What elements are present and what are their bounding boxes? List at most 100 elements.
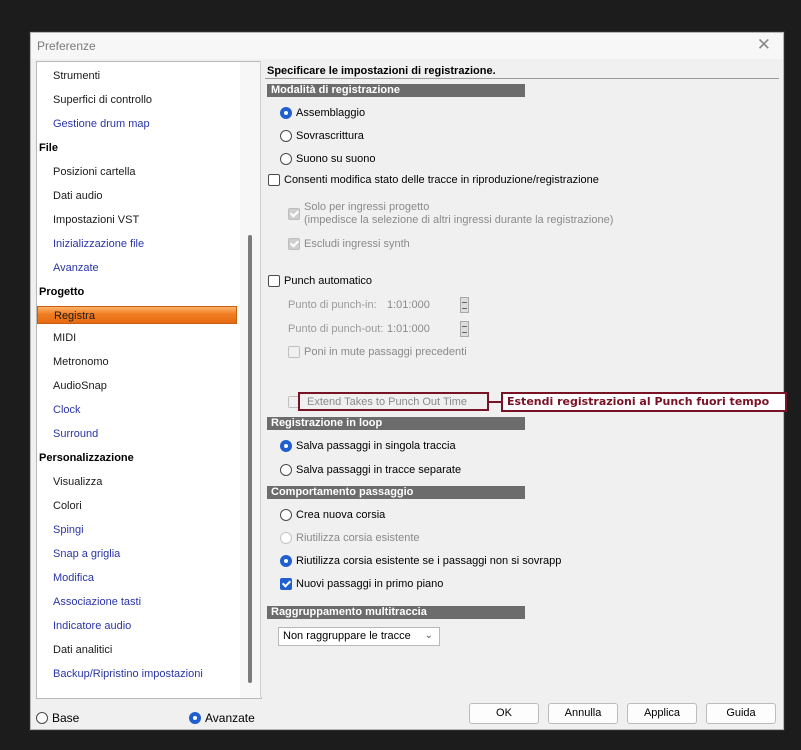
sidebar-item-visualizza[interactable]: Visualizza	[53, 476, 102, 488]
radio-separate-tracks[interactable]: Salva passaggi in tracce separate	[280, 464, 461, 476]
sidebar-category-file[interactable]: File	[39, 142, 58, 154]
sidebar-category-progetto[interactable]: Progetto	[39, 286, 84, 298]
annotation-callout: Estendi registrazioni al Punch fuori tem…	[501, 392, 787, 412]
checkbox-label: Nuovi passaggi in primo piano	[296, 578, 444, 590]
radio-label: Salva passaggi in singola traccia	[296, 440, 456, 452]
checkbox-label: Escludi ingressi synth	[304, 238, 410, 250]
section-header-take-behavior: Comportamento passaggio	[267, 486, 525, 499]
sidebar-scrollbar[interactable]	[240, 62, 260, 698]
sidebar: Strumenti Superfici di controllo Gestion…	[36, 61, 262, 699]
heading-divider	[265, 78, 779, 79]
punch-out-stepper[interactable]	[460, 321, 469, 337]
ok-button[interactable]: OK	[469, 703, 539, 724]
punch-in-label: Punto di punch-in:	[288, 299, 377, 311]
checkbox-project-inputs-only[interactable]: Solo per ingressi progetto (impedisce la…	[288, 201, 613, 227]
punch-in-field[interactable]: 1:01:000	[387, 299, 430, 311]
checkbox[interactable]	[288, 208, 300, 220]
close-icon[interactable]: ✕	[757, 35, 771, 55]
radio-button[interactable]	[280, 509, 292, 521]
sidebar-item-impostazioni-vst[interactable]: Impostazioni VST	[53, 214, 139, 226]
checkbox-auto-punch[interactable]: Punch automatico	[268, 275, 372, 287]
sidebar-category-personalizzazione[interactable]: Personalizzazione	[39, 452, 134, 464]
punch-out-label: Punto di punch-out:	[288, 323, 384, 335]
apply-button[interactable]: Applica	[627, 703, 697, 724]
checkbox[interactable]	[268, 174, 280, 186]
checkbox-mute-previous[interactable]: Poni in mute passaggi precedenti	[288, 346, 467, 358]
sidebar-item-posizioni-cartella[interactable]: Posizioni cartella	[53, 166, 136, 178]
radio-label: Suono su suono	[296, 153, 376, 165]
sidebar-item-registra[interactable]: Registra	[37, 306, 237, 324]
radio-new-lane[interactable]: Crea nuova corsia	[280, 509, 385, 521]
sidebar-item-colori[interactable]: Colori	[53, 500, 82, 512]
page-title: Specificare le impostazioni di registraz…	[267, 65, 496, 77]
radio-advanced-mode[interactable]: Avanzate	[189, 711, 255, 725]
radio-label: Avanzate	[205, 711, 255, 725]
help-button[interactable]: Guida	[706, 703, 776, 724]
radio-label: Crea nuova corsia	[296, 509, 386, 521]
sidebar-item-dati-analitici[interactable]: Dati analitici	[53, 644, 112, 656]
settings-panel: Specificare le impostazioni di registraz…	[260, 61, 787, 697]
checkbox[interactable]	[280, 578, 292, 590]
radio-button[interactable]	[280, 555, 292, 567]
sidebar-item-associazione-tasti[interactable]: Associazione tasti	[53, 596, 141, 608]
radio-button[interactable]	[280, 532, 292, 544]
cancel-button[interactable]: Annulla	[548, 703, 618, 724]
radio-sovrascrittura[interactable]: Sovrascrittura	[280, 130, 364, 142]
sidebar-item-midi[interactable]: MIDI	[53, 332, 76, 344]
radio-button[interactable]	[36, 712, 48, 724]
radio-suono-su-suono[interactable]: Suono su suono	[280, 153, 376, 165]
radio-label: Base	[52, 711, 80, 725]
sidebar-item-backup-ripristino[interactable]: Backup/Ripristino impostazioni	[53, 668, 203, 680]
radio-button[interactable]	[280, 153, 292, 165]
sidebar-scrollbar-thumb[interactable]	[248, 235, 252, 683]
radio-label: Assemblaggio	[296, 107, 366, 119]
checkbox[interactable]	[288, 346, 300, 358]
section-header-loop-recording: Registrazione in loop	[267, 417, 525, 430]
sidebar-item-inizializzazione-file[interactable]: Inizializzazione file	[53, 238, 144, 250]
sidebar-item-strumenti[interactable]: Strumenti	[53, 70, 100, 82]
radio-reuse-lane-no-overlap[interactable]: Riutilizza corsia esistente se i passagg…	[280, 555, 561, 567]
annotation-highlight-box	[298, 392, 489, 411]
sidebar-item-spingi[interactable]: Spingi	[53, 524, 84, 536]
checkbox-label-line2: (impedisce la selezione di altri ingress…	[304, 214, 614, 226]
checkbox-bring-to-front[interactable]: Nuovi passaggi in primo piano	[280, 578, 443, 590]
sidebar-item-metronomo[interactable]: Metronomo	[53, 356, 109, 368]
grouping-select[interactable]: Non raggruppare le tracce ⌄	[278, 627, 440, 646]
sidebar-item-surround[interactable]: Surround	[53, 428, 98, 440]
sidebar-item-modifica[interactable]: Modifica	[53, 572, 94, 584]
radio-button[interactable]	[189, 712, 201, 724]
title-bar: Preferenze ✕	[31, 33, 783, 59]
radio-basic-mode[interactable]: Base	[36, 711, 79, 725]
section-header-recording-mode: Modalità di registrazione	[267, 84, 525, 97]
radio-label: Salva passaggi in tracce separate	[296, 464, 462, 476]
sidebar-item-clock[interactable]: Clock	[53, 404, 81, 416]
checkbox-allow-track-state[interactable]: Consenti modifica stato delle tracce in …	[268, 174, 599, 186]
section-header-multitrack-grouping: Raggruppamento multitraccia	[267, 606, 525, 619]
checkbox[interactable]	[268, 275, 280, 287]
checkbox-label: Poni in mute passaggi precedenti	[304, 346, 467, 358]
radio-label: Sovrascrittura	[296, 130, 364, 142]
punch-out-field[interactable]: 1:01:000	[387, 323, 430, 335]
grouping-select-value: Non raggruppare le tracce	[283, 630, 411, 642]
radio-single-track[interactable]: Salva passaggi in singola traccia	[280, 440, 456, 452]
sidebar-item-avanzate[interactable]: Avanzate	[53, 262, 99, 274]
sidebar-item-gestione-drum-map[interactable]: Gestione drum map	[53, 118, 150, 130]
checkbox[interactable]	[288, 238, 300, 250]
preferences-dialog: Preferenze ✕ Strumenti Superfici di cont…	[30, 32, 787, 730]
checkbox-label-line1: Solo per ingressi progetto	[304, 201, 430, 213]
radio-reuse-lane[interactable]: Riutilizza corsia esistente	[280, 532, 420, 544]
radio-button[interactable]	[280, 464, 292, 476]
punch-in-stepper[interactable]	[460, 297, 469, 313]
sidebar-item-snap-a-griglia[interactable]: Snap a griglia	[53, 548, 120, 560]
radio-label: Riutilizza corsia esistente	[296, 532, 420, 544]
sidebar-item-dati-audio[interactable]: Dati audio	[53, 190, 103, 202]
radio-assemblaggio[interactable]: Assemblaggio	[280, 107, 365, 119]
radio-button[interactable]	[280, 107, 292, 119]
radio-button[interactable]	[280, 130, 292, 142]
radio-button[interactable]	[280, 440, 292, 452]
checkbox-exclude-synth[interactable]: Escludi ingressi synth	[288, 238, 410, 250]
sidebar-item-superfici-controllo[interactable]: Superfici di controllo	[53, 94, 152, 106]
sidebar-item-indicatore-audio[interactable]: Indicatore audio	[53, 620, 131, 632]
checkbox-label: Solo per ingressi progetto (impedisce la…	[304, 201, 613, 227]
sidebar-item-audiosnap[interactable]: AudioSnap	[53, 380, 107, 392]
